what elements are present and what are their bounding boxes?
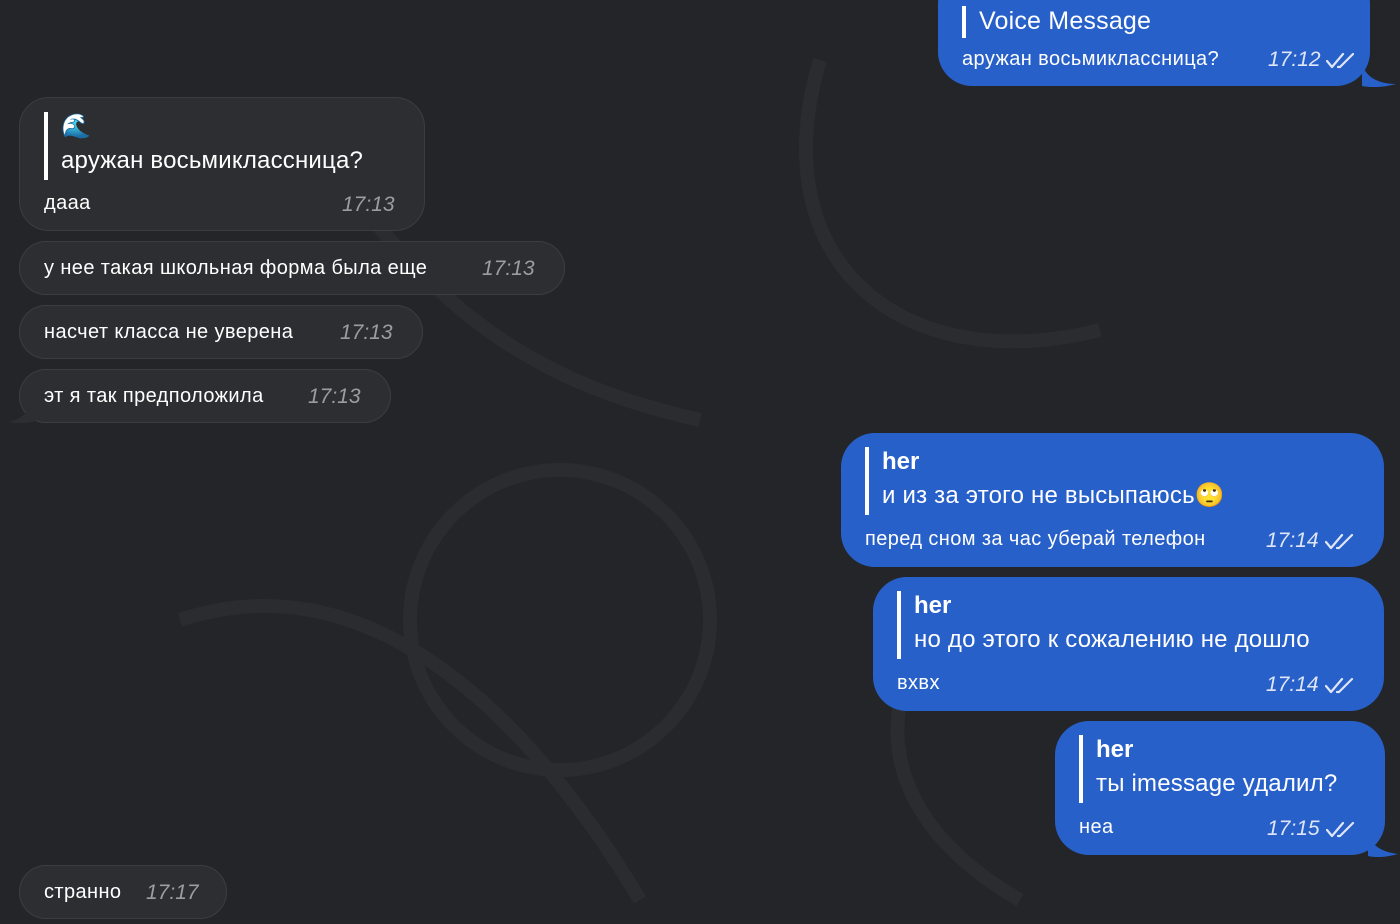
read-double-check-icon <box>1326 821 1355 838</box>
reply-text: и из за этого не высыпаюсь🙄 <box>882 482 1225 509</box>
message-time: 17:13 <box>308 385 361 408</box>
reply-preview[interactable]: her и из за этого не высыпаюсь🙄 <box>865 447 1225 515</box>
message-time: 17:14 <box>1266 529 1319 552</box>
message-bubble-outgoing[interactable]: her ты imessage удалил? неа 17:15 <box>1055 721 1385 855</box>
reply-sender: her <box>1096 736 1134 763</box>
message-bubble-incoming[interactable]: эт я так предположила 17:13 <box>19 369 391 423</box>
message-time: 17:12 <box>1268 48 1321 71</box>
reply-preview[interactable]: Voice Message <box>962 6 1151 38</box>
reply-text: ты imessage удалил? <box>1096 770 1338 797</box>
reply-preview[interactable]: 🌊 аружан восьмиклассница? <box>44 112 363 180</box>
bubble-tail <box>1362 64 1396 88</box>
message-bubble-incoming[interactable]: странно 17:17 <box>19 865 227 919</box>
message-text: вхвх <box>897 672 940 694</box>
message-text: странно <box>44 881 122 903</box>
message-text: перед сном за час уберай телефон <box>865 528 1206 550</box>
bubble-tail <box>1368 834 1398 858</box>
bubble-tail <box>8 400 36 424</box>
message-bubble-outgoing[interactable]: her и из за этого не высыпаюсь🙄 перед сн… <box>841 433 1384 567</box>
message-text: дааа <box>44 192 91 214</box>
read-double-check-icon <box>1325 533 1354 550</box>
message-bubble-incoming[interactable]: 🌊 аружан восьмиклассница? дааа 17:13 <box>19 97 425 231</box>
message-bubble-outgoing[interactable]: Voice Message аружан восьмиклассница? 17… <box>938 0 1370 86</box>
reply-preview[interactable]: her но до этого к сожалению не дошло <box>897 591 1310 659</box>
reply-title: Voice Message <box>979 7 1152 35</box>
reply-sender: her <box>882 448 920 475</box>
message-text: у нее такая школьная форма была еще <box>44 257 428 279</box>
read-double-check-icon <box>1326 52 1355 69</box>
message-bubble-incoming[interactable]: насчет класса не уверена 17:13 <box>19 305 423 359</box>
reply-preview[interactable]: her ты imessage удалил? <box>1079 735 1337 803</box>
message-time: 17:17 <box>146 881 199 904</box>
read-double-check-icon <box>1325 677 1354 694</box>
message-text: насчет класса не уверена <box>44 321 294 343</box>
reply-text: но до этого к сожалению не дошло <box>914 626 1310 653</box>
message-time: 17:13 <box>340 321 393 344</box>
message-text: неа <box>1079 816 1114 838</box>
message-time: 17:13 <box>342 193 395 216</box>
message-bubble-incoming[interactable]: у нее такая школьная форма была еще 17:1… <box>19 241 565 295</box>
message-time: 17:13 <box>482 257 535 280</box>
reply-sender: her <box>914 592 952 619</box>
wave-emoji-icon: 🌊 <box>61 113 91 140</box>
message-text: эт я так предположила <box>44 385 264 407</box>
message-bubble-outgoing[interactable]: her но до этого к сожалению не дошло вхв… <box>873 577 1384 711</box>
message-time: 17:14 <box>1266 673 1319 696</box>
reply-text: аружан восьмиклассница? <box>61 147 364 174</box>
message-time: 17:15 <box>1267 817 1320 840</box>
message-text: аружан восьмиклассница? <box>962 48 1220 70</box>
